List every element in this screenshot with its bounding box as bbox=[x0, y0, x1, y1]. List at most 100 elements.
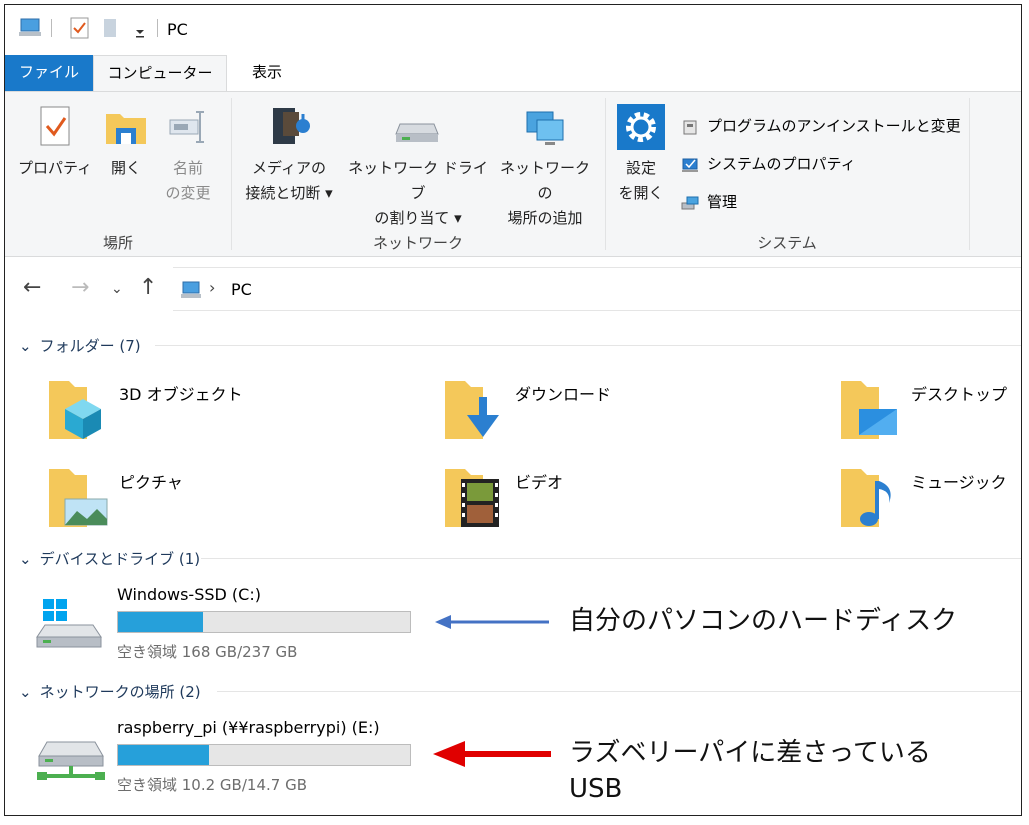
add-location-label-1: ネットワークの bbox=[499, 159, 590, 202]
section-divider bbox=[217, 691, 1021, 692]
network-drive-icon bbox=[37, 741, 105, 780]
open-button[interactable]: 開く bbox=[99, 104, 153, 181]
group-separator bbox=[231, 98, 232, 250]
new-folder-icon[interactable] bbox=[101, 17, 119, 39]
folder-name: ビデオ bbox=[515, 473, 564, 492]
title-separator bbox=[157, 19, 158, 37]
drive-free-space: 空き領域 10.2 GB/14.7 GB bbox=[117, 776, 307, 794]
settings-label-1: 設定 bbox=[625, 159, 656, 177]
back-arrow-icon[interactable]: ← bbox=[23, 275, 41, 300]
customize-dropdown-icon[interactable] bbox=[133, 17, 147, 39]
media-label-2: 接続と切断 bbox=[245, 184, 321, 202]
drive-item-e[interactable]: raspberry_pi (¥¥raspberrypi) (E:) 空き領域 1… bbox=[35, 718, 425, 798]
properties-check-icon[interactable] bbox=[69, 17, 91, 39]
uninstall-icon bbox=[683, 120, 697, 134]
network-drive-icon bbox=[395, 123, 439, 142]
properties-icon bbox=[40, 106, 70, 146]
annotation-usb: ラズベリーパイに差さっている USB bbox=[569, 735, 931, 807]
drive-free-space: 空き領域 168 GB/237 GB bbox=[117, 643, 298, 661]
tab-file[interactable]: ファイル bbox=[5, 55, 93, 91]
folder-item[interactable]: ダウンロード bbox=[443, 375, 823, 445]
folder-name: 3D オブジェクト bbox=[119, 385, 243, 404]
collapse-chevron-icon[interactable]: ⌄ bbox=[19, 683, 32, 701]
red-annotation-arrow bbox=[433, 741, 551, 767]
forward-arrow-icon[interactable]: → bbox=[71, 275, 89, 300]
explorer-window: PC ファイル コンピューター 表示 プロパティ 開く 名前 の変更 場所 メデ… bbox=[4, 4, 1022, 816]
breadcrumb[interactable]: PC bbox=[231, 280, 252, 299]
window-title: PC bbox=[167, 20, 188, 39]
breadcrumb-chevron-icon[interactable]: › bbox=[209, 278, 215, 297]
annotation-usb-line1: ラズベリーパイに差さっている bbox=[569, 738, 931, 768]
uninstall-program-button[interactable]: プログラムのアンインストールと変更 bbox=[681, 114, 961, 138]
group-separator bbox=[605, 98, 606, 250]
blue-annotation-arrow bbox=[435, 615, 549, 629]
rename-icon bbox=[169, 111, 204, 143]
section-header-devices[interactable]: ⌄ デバイスとドライブ (1) bbox=[19, 548, 200, 569]
rename-label-2: の変更 bbox=[165, 184, 211, 202]
map-network-drive-button[interactable]: ネットワーク ドライブ の割り当て ▾ bbox=[345, 104, 491, 231]
manage-button[interactable]: 管理 bbox=[681, 190, 737, 214]
tab-view[interactable]: 表示 bbox=[227, 55, 307, 91]
address-bar[interactable]: › PC bbox=[173, 267, 1021, 311]
rename-button[interactable]: 名前 の変更 bbox=[155, 104, 221, 206]
title-bar: PC bbox=[5, 5, 1021, 51]
qa-separator bbox=[51, 19, 52, 37]
folder-item[interactable]: ピクチャ bbox=[47, 463, 427, 533]
desktop-icon bbox=[841, 381, 897, 439]
section-header-network[interactable]: ⌄ ネットワークの場所 (2) bbox=[19, 681, 201, 702]
section-header-folders[interactable]: ⌄ フォルダー (7) bbox=[19, 335, 141, 356]
media-label-1: メディアの bbox=[252, 159, 326, 177]
annotation-usb-line2: USB bbox=[569, 774, 623, 804]
recent-locations-chevron-icon[interactable]: ⌄ bbox=[111, 281, 123, 297]
open-settings-button[interactable]: 設定 を開く bbox=[611, 104, 671, 206]
folder-item[interactable]: 3D オブジェクト bbox=[47, 375, 427, 445]
add-location-label-2: 場所の追加 bbox=[507, 209, 583, 227]
map-drive-label-2: の割り当て bbox=[374, 209, 450, 227]
section-divider bbox=[201, 558, 1021, 559]
up-arrow-icon[interactable]: ↑ bbox=[139, 275, 157, 300]
network-location-icon bbox=[526, 111, 564, 145]
computer-icon[interactable] bbox=[17, 17, 43, 39]
settings-label-2: を開く bbox=[618, 184, 664, 202]
drive-usage-bar bbox=[117, 611, 411, 633]
group-label-location: 場所 bbox=[102, 234, 133, 252]
collapse-chevron-icon[interactable]: ⌄ bbox=[19, 550, 32, 568]
system-properties-label: システムのプロパティ bbox=[707, 155, 856, 173]
windows-drive-icon bbox=[36, 599, 102, 648]
folder-name: ダウンロード bbox=[515, 385, 612, 404]
drive-usage-fill bbox=[118, 612, 203, 632]
folder-item[interactable]: ビデオ bbox=[443, 463, 823, 533]
media-connect-button[interactable]: メディアの 接続と切断 ▾ bbox=[237, 104, 341, 206]
ribbon-tabs: ファイル コンピューター 表示 bbox=[5, 51, 1021, 91]
folder-name: ピクチャ bbox=[119, 473, 183, 492]
music-icon bbox=[841, 469, 891, 527]
drive-name: raspberry_pi (¥¥raspberrypi) (E:) bbox=[117, 718, 380, 737]
properties-label: プロパティ bbox=[17, 159, 93, 177]
open-folder-icon bbox=[106, 114, 146, 144]
tab-computer[interactable]: コンピューター bbox=[93, 55, 227, 91]
properties-button[interactable]: プロパティ bbox=[15, 104, 95, 181]
folder-item[interactable]: ミュージック bbox=[839, 463, 1019, 533]
open-label: 開く bbox=[110, 159, 141, 177]
folder-name: ミュージック bbox=[911, 473, 1007, 492]
manage-icon bbox=[681, 196, 699, 209]
section-title: デバイスとドライブ (1) bbox=[39, 550, 201, 568]
media-server-icon bbox=[273, 108, 310, 144]
folder-item[interactable]: デスクトップ bbox=[839, 375, 1019, 445]
3d-objects-icon bbox=[49, 381, 101, 439]
uninstall-label: プログラムのアンインストールと変更 bbox=[707, 117, 961, 135]
drive-usage-bar bbox=[117, 744, 411, 766]
navigation-bar: ← → ⌄ ↑ › PC bbox=[5, 267, 1021, 311]
folder-name: デスクトップ bbox=[911, 385, 1008, 404]
add-network-location-button[interactable]: ネットワークの 場所の追加 bbox=[493, 104, 597, 231]
computer-icon bbox=[181, 281, 201, 298]
videos-icon bbox=[445, 469, 499, 527]
collapse-chevron-icon[interactable]: ⌄ bbox=[19, 337, 32, 355]
drive-item-c[interactable]: Windows-SSD (C:) 空き領域 168 GB/237 GB bbox=[35, 585, 425, 665]
system-properties-button[interactable]: システムのプロパティ bbox=[681, 152, 856, 176]
ribbon: プロパティ 開く 名前 の変更 場所 メディアの 接続と切断 ▾ ネットワーク … bbox=[5, 91, 1021, 257]
drive-usage-fill bbox=[118, 745, 209, 765]
drive-name: Windows-SSD (C:) bbox=[117, 585, 261, 604]
manage-label: 管理 bbox=[707, 193, 738, 211]
pictures-icon bbox=[49, 469, 108, 527]
